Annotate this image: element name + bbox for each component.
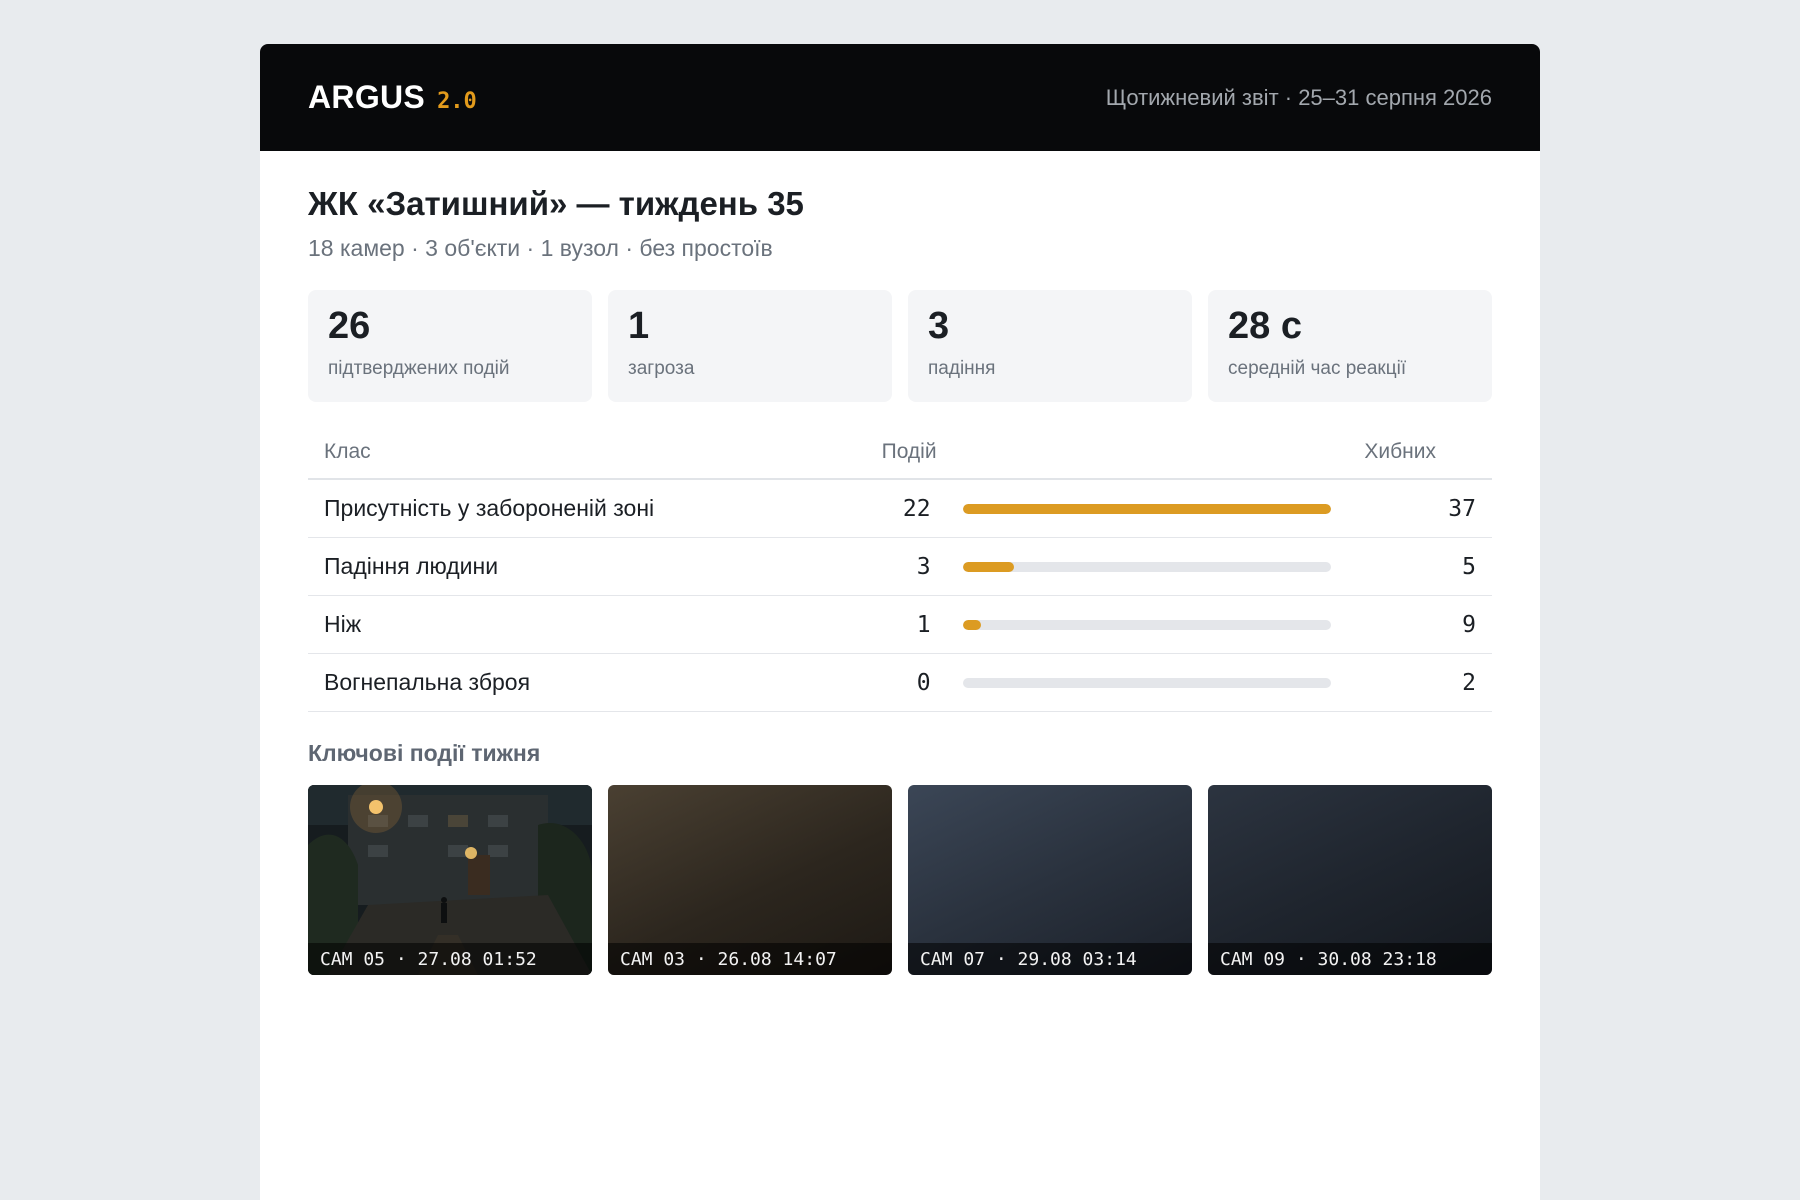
- thumbnail-caption: CAM 05 · 27.08 01:52: [308, 943, 592, 975]
- kpi-row: 26 підтверджених подій 1 загроза 3 падін…: [308, 290, 1492, 402]
- false-count: 9: [1348, 595, 1492, 654]
- event-bar-track: [962, 561, 1331, 572]
- event-count: 1: [791, 595, 947, 654]
- false-count: 2: [1348, 653, 1492, 712]
- event-count: 3: [791, 537, 947, 596]
- kpi-value: 28 с: [1228, 305, 1302, 347]
- kpi-value: 3: [928, 305, 950, 347]
- kpi-threats: 1 загроза: [608, 290, 892, 402]
- table-row: Вогнепальна зброя 0 2: [308, 653, 1492, 712]
- event-bar-fill: [962, 619, 981, 630]
- event-bar-fill: [962, 503, 1331, 514]
- kpi-label: падіння: [928, 357, 996, 379]
- column-header-class: Клас: [308, 424, 792, 480]
- event-bar-track: [962, 677, 1331, 688]
- thumbnail-caption: CAM 07 · 29.08 03:14: [908, 943, 1192, 975]
- column-header-events: Подій: [791, 424, 947, 480]
- top-bar: ARGUS 2.0 Щотижневий звіт · 25–31 серпня…: [260, 44, 1540, 151]
- class-name: Ніж: [308, 595, 792, 654]
- report-card: ARGUS 2.0 Щотижневий звіт · 25–31 серпня…: [260, 44, 1540, 1200]
- highlights-title: Ключові події тижня: [308, 740, 541, 766]
- event-bar-track: [962, 503, 1331, 514]
- kpi-value: 26: [328, 305, 371, 347]
- event-bar-cell: [946, 537, 1349, 596]
- event-bar-cell: [946, 653, 1349, 712]
- kpi-reaction-time: 28 с середній час реакції: [1208, 290, 1492, 402]
- event-bar-track: [962, 619, 1331, 630]
- kpi-value: 1: [628, 305, 650, 347]
- false-count: 37: [1348, 479, 1492, 538]
- thumbnail-caption: CAM 09 · 30.08 23:18: [1208, 943, 1492, 975]
- report-content: ЖК «Затишний» — тиждень 35 18 камер · 3 …: [260, 151, 1540, 975]
- kpi-label: середній час реакції: [1228, 357, 1407, 379]
- false-count: 5: [1348, 537, 1492, 596]
- page-subtitle: 18 камер · 3 об'єкти · 1 вузол · без про…: [308, 235, 773, 261]
- brand-version: 2.0: [437, 89, 477, 114]
- column-header-bar: [946, 424, 1349, 480]
- event-thumbnail[interactable]: CAM 05 · 27.08 01:52: [308, 785, 592, 975]
- table-row: Ніж 1 9: [308, 595, 1492, 654]
- event-thumbnail[interactable]: CAM 07 · 29.08 03:14: [908, 785, 1192, 975]
- event-class-table: Клас Подій Хибних Присутність у забороне…: [308, 424, 1492, 712]
- column-header-false: Хибних: [1348, 424, 1492, 480]
- class-name: Присутність у забороненій зоні: [308, 479, 792, 538]
- highlights-grid: CAM 05 · 27.08 01:52 CAM 03 · 26.08 14:0…: [308, 785, 1492, 975]
- class-name: Падіння людини: [308, 537, 792, 596]
- kpi-confirmed-events: 26 підтверджених подій: [308, 290, 592, 402]
- event-thumbnail[interactable]: CAM 03 · 26.08 14:07: [608, 785, 892, 975]
- brand: ARGUS 2.0: [308, 79, 477, 116]
- event-thumbnail[interactable]: CAM 09 · 30.08 23:18: [1208, 785, 1492, 975]
- kpi-falls: 3 падіння: [908, 290, 1192, 402]
- table-row: Присутність у забороненій зоні 22 37: [308, 479, 1492, 538]
- event-bar-cell: [946, 479, 1349, 538]
- event-count: 0: [791, 653, 947, 712]
- table-header-row: Клас Подій Хибних: [308, 424, 1492, 480]
- report-period: Щотижневий звіт · 25–31 серпня 2026: [1105, 84, 1492, 110]
- event-bar-cell: [946, 595, 1349, 654]
- table-row: Падіння людини 3 5: [308, 537, 1492, 596]
- thumbnail-caption: CAM 03 · 26.08 14:07: [608, 943, 892, 975]
- page-title: ЖК «Затишний» — тиждень 35: [308, 185, 804, 222]
- event-bar-fill: [962, 561, 1015, 572]
- event-count: 22: [791, 479, 947, 538]
- class-name: Вогнепальна зброя: [308, 653, 792, 712]
- brand-name: ARGUS: [308, 79, 426, 115]
- kpi-label: підтверджених подій: [328, 357, 510, 379]
- kpi-label: загроза: [628, 357, 695, 379]
